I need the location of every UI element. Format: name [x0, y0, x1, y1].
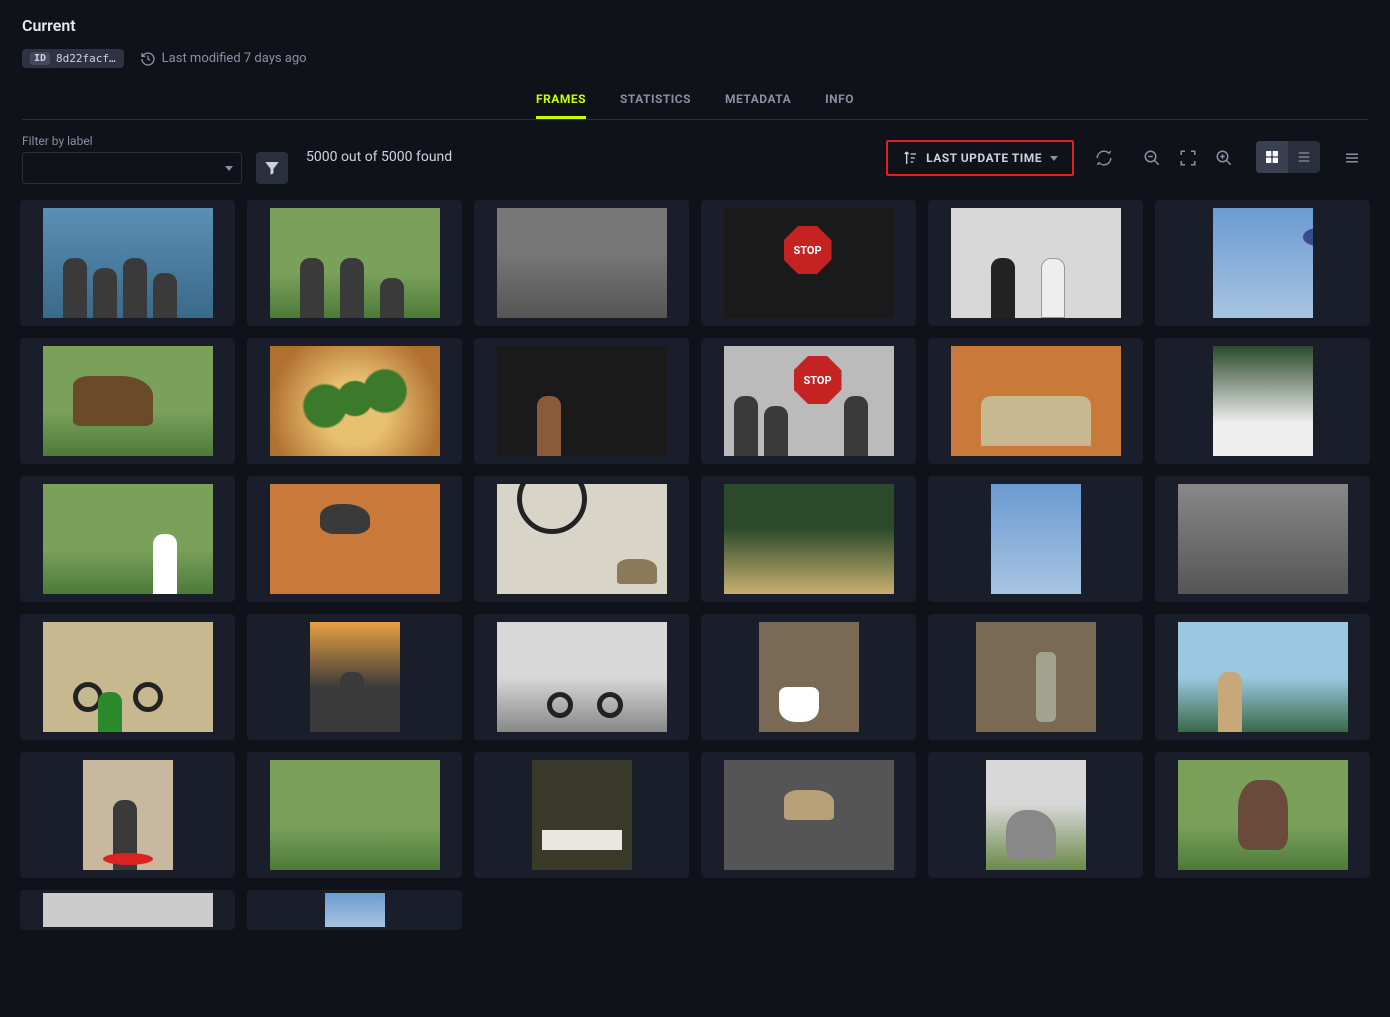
zoom-out-icon — [1143, 149, 1161, 167]
id-chip-label: ID — [30, 52, 50, 65]
frame-thumbnail[interactable] — [474, 338, 689, 464]
frame-thumbnail[interactable] — [474, 614, 689, 740]
frame-thumbnail[interactable] — [20, 476, 235, 602]
tab-info[interactable]: INFO — [825, 82, 854, 119]
grid-view-icon — [1264, 149, 1280, 165]
frame-thumbnail[interactable] — [20, 200, 235, 326]
frame-thumbnail[interactable] — [247, 200, 462, 326]
meta-row: ID 8d22facf… Last modified 7 days ago — [22, 49, 1368, 68]
toolbar: Filter by label 5000 out of 5000 found L… — [0, 120, 1390, 190]
filter-funnel-button[interactable] — [256, 152, 288, 184]
more-menu-button[interactable] — [1336, 142, 1368, 174]
filter-by-label-input[interactable] — [31, 160, 225, 177]
frame-thumbnail[interactable] — [701, 476, 916, 602]
filter-funnel-icon — [263, 159, 281, 177]
frame-thumbnail[interactable] — [1155, 476, 1370, 602]
frame-thumbnail[interactable] — [1155, 614, 1370, 740]
frame-thumbnail[interactable] — [928, 200, 1143, 326]
frame-thumbnail[interactable] — [928, 614, 1143, 740]
frame-thumbnail[interactable] — [928, 752, 1143, 878]
chevron-down-icon — [225, 166, 233, 171]
tab-statistics[interactable]: STATISTICS — [620, 82, 691, 119]
zoom-in-icon — [1215, 149, 1233, 167]
frame-thumbnail[interactable] — [247, 338, 462, 464]
list-view-button[interactable] — [1288, 141, 1320, 173]
frame-thumbnail[interactable] — [474, 200, 689, 326]
frames-grid: STOP STOP 60 — [0, 190, 1390, 950]
menu-icon — [1343, 149, 1361, 167]
zoom-in-button[interactable] — [1208, 142, 1240, 174]
zoom-fit-icon — [1179, 149, 1197, 167]
grid-view-button[interactable] — [1256, 141, 1288, 173]
sort-by-label: LAST UPDATE TIME — [926, 151, 1042, 165]
frame-thumbnail[interactable] — [474, 476, 689, 602]
frame-thumbnail[interactable] — [247, 476, 462, 602]
frame-thumbnail[interactable] — [928, 476, 1143, 602]
frame-thumbnail[interactable] — [928, 338, 1143, 464]
frame-thumbnail[interactable]: STOP — [701, 200, 916, 326]
frame-thumbnail[interactable] — [20, 890, 235, 930]
tabs: FRAMES STATISTICS METADATA INFO — [22, 82, 1368, 120]
page-title: Current — [22, 16, 1368, 35]
frame-thumbnail[interactable]: STOP — [701, 338, 916, 464]
frame-thumbnail[interactable] — [20, 614, 235, 740]
tab-metadata[interactable]: METADATA — [725, 82, 791, 119]
id-chip-value: 8d22facf… — [56, 52, 116, 65]
frame-thumbnail[interactable] — [701, 752, 916, 878]
refresh-button[interactable] — [1088, 142, 1120, 174]
list-view-icon — [1296, 149, 1312, 165]
chevron-down-icon — [1050, 156, 1058, 161]
zoom-out-button[interactable] — [1136, 142, 1168, 174]
refresh-icon — [1095, 149, 1113, 167]
last-modified: Last modified 7 days ago — [140, 51, 307, 67]
filter-label: Filter by label — [22, 134, 242, 148]
id-chip[interactable]: ID 8d22facf… — [22, 49, 124, 68]
results-count: 5000 out of 5000 found — [306, 149, 452, 165]
view-toggle — [1256, 141, 1320, 173]
frame-thumbnail[interactable] — [247, 614, 462, 740]
frame-thumbnail[interactable]: 60 — [1155, 338, 1370, 464]
sort-icon — [902, 150, 918, 166]
frame-thumbnail[interactable] — [1155, 200, 1370, 326]
frame-thumbnail[interactable] — [701, 614, 916, 740]
tab-frames[interactable]: FRAMES — [536, 82, 586, 119]
frame-thumbnail[interactable] — [20, 338, 235, 464]
filter-by-label-select[interactable] — [22, 152, 242, 184]
frame-thumbnail[interactable] — [247, 752, 462, 878]
frame-thumbnail[interactable] — [20, 752, 235, 878]
frame-thumbnail[interactable] — [247, 890, 462, 930]
last-modified-text: Last modified 7 days ago — [162, 51, 307, 66]
history-icon — [140, 51, 156, 67]
frame-thumbnail[interactable] — [474, 752, 689, 878]
zoom-fit-button[interactable] — [1172, 142, 1204, 174]
frame-thumbnail[interactable] — [1155, 752, 1370, 878]
sort-by-button[interactable]: LAST UPDATE TIME — [886, 140, 1074, 176]
